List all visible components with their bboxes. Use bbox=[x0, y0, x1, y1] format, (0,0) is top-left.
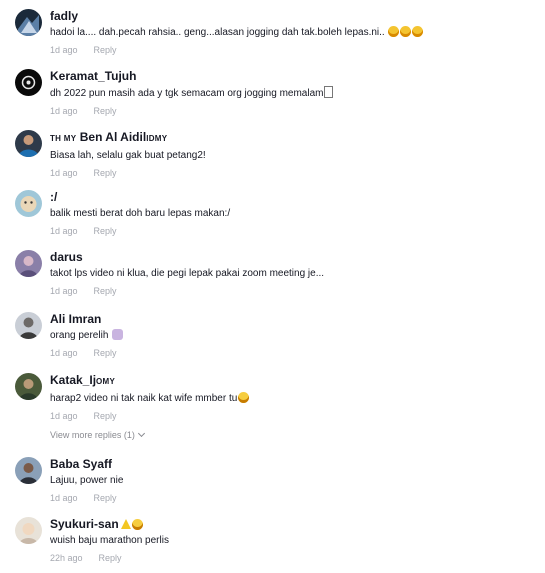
comment-meta: 1d ago Reply bbox=[50, 411, 535, 422]
avatar[interactable] bbox=[15, 312, 42, 339]
comment-text: hadoi la.... dah.pecah rahsia.. geng...a… bbox=[50, 26, 535, 39]
reply-button[interactable]: Reply bbox=[94, 493, 117, 503]
comment-body: fadly hadoi la.... dah.pecah rahsia.. ge… bbox=[50, 9, 535, 56]
avatar[interactable] bbox=[15, 190, 42, 217]
reply-button[interactable]: Reply bbox=[94, 286, 117, 296]
comment-meta: 1d ago Reply bbox=[50, 493, 535, 504]
comment-body: :/ balik mesti berat doh baru lepas maka… bbox=[50, 190, 535, 237]
comment-item: Ali Imran orang perelih 1d ago Reply bbox=[15, 312, 535, 368]
avatar[interactable] bbox=[15, 517, 42, 544]
comment-body: Ali Imran orang perelih 1d ago Reply bbox=[50, 312, 535, 359]
comment-body: Baba Syaff Lajuu, power nie 1d ago Reply bbox=[50, 457, 535, 504]
comment-meta: 1d ago Reply bbox=[50, 348, 535, 359]
comment-time: 1d ago bbox=[50, 226, 78, 236]
comment-meta: 1d ago Reply bbox=[50, 106, 535, 117]
comment-meta: 22h ago Reply bbox=[50, 553, 535, 564]
comment-item: TH MY Ben Al AidilIDMY Biasa lah, selalu… bbox=[15, 130, 535, 186]
comment-time: 1d ago bbox=[50, 168, 78, 178]
laughing-emoji-icon bbox=[388, 26, 400, 37]
comment-meta: 1d ago Reply bbox=[50, 226, 535, 237]
laughing-emoji-icon bbox=[400, 26, 412, 37]
reply-button[interactable]: Reply bbox=[99, 553, 122, 563]
name-suffix: IDMY bbox=[146, 134, 168, 143]
avatar[interactable] bbox=[15, 130, 42, 157]
reply-button[interactable]: Reply bbox=[94, 106, 117, 116]
reply-button[interactable]: Reply bbox=[94, 348, 117, 358]
comment-meta: 1d ago Reply bbox=[50, 286, 535, 297]
avatar[interactable] bbox=[15, 457, 42, 484]
view-more-label: View more replies (1) bbox=[50, 430, 135, 440]
missing-glyph-icon bbox=[324, 86, 334, 98]
comment-author[interactable]: TH MY Ben Al AidilIDMY bbox=[50, 130, 535, 146]
grinning-emoji-icon bbox=[238, 392, 250, 403]
comment-text: orang perelih bbox=[50, 329, 535, 342]
person-facepalm-emoji-icon bbox=[112, 329, 124, 340]
comment-item: Keramat_Tujuh dh 2022 pun masih ada y tg… bbox=[15, 69, 535, 125]
laughing-emoji-icon bbox=[412, 26, 424, 37]
comment-author[interactable]: Ali Imran bbox=[50, 312, 535, 326]
comment-text: balik mesti berat doh baru lepas makan:/ bbox=[50, 208, 231, 219]
comment-item: Syukuri-san wuish baju marathon perlis 2… bbox=[15, 517, 535, 573]
avatar[interactable] bbox=[15, 69, 42, 96]
avatar[interactable] bbox=[15, 9, 42, 36]
grinning-emoji-icon bbox=[131, 519, 143, 530]
view-more-replies-button[interactable]: View more replies (1) bbox=[50, 429, 145, 440]
comment-text: takot lps video ni klua, die pegi lepak … bbox=[50, 268, 325, 279]
name-prefix: TH MY bbox=[50, 134, 77, 143]
comment-text: Lajuu, power nie bbox=[50, 475, 124, 486]
name-suffix: OMY bbox=[96, 377, 116, 386]
comment-time: 1d ago bbox=[50, 286, 78, 296]
comment-time: 1d ago bbox=[50, 348, 78, 358]
comment-time: 1d ago bbox=[50, 106, 78, 116]
avatar[interactable] bbox=[15, 373, 42, 400]
reply-button[interactable]: Reply bbox=[94, 45, 117, 55]
comment-author[interactable]: :/ bbox=[50, 190, 535, 204]
comment-time: 1d ago bbox=[50, 411, 78, 421]
comment-meta: 1d ago Reply bbox=[50, 45, 535, 56]
comment-text: wuish baju marathon perlis bbox=[50, 535, 169, 546]
comment-time: 1d ago bbox=[50, 493, 78, 503]
avatar[interactable] bbox=[15, 250, 42, 277]
comment-author[interactable]: Syukuri-san bbox=[50, 517, 535, 531]
reply-button[interactable]: Reply bbox=[94, 226, 117, 236]
comment-item: fadly hadoi la.... dah.pecah rahsia.. ge… bbox=[15, 9, 535, 65]
comment-body: Keramat_Tujuh dh 2022 pun masih ada y tg… bbox=[50, 69, 535, 117]
chevron-down-icon bbox=[137, 429, 145, 438]
comment-item: Baba Syaff Lajuu, power nie 1d ago Reply bbox=[15, 457, 535, 513]
sparkles-emoji-icon bbox=[120, 519, 131, 529]
comment-author[interactable]: Baba Syaff bbox=[50, 457, 535, 471]
comment-item: :/ balik mesti berat doh baru lepas maka… bbox=[15, 190, 535, 246]
comment-author[interactable]: Keramat_Tujuh bbox=[50, 69, 535, 83]
comment-body: Katak_IjOMY harap2 video ni tak naik kat… bbox=[50, 373, 535, 422]
comment-item: Katak_IjOMY harap2 video ni tak naik kat… bbox=[15, 373, 535, 429]
comment-body: darus takot lps video ni klua, die pegi … bbox=[50, 250, 535, 297]
comment-author[interactable]: Katak_IjOMY bbox=[50, 373, 535, 389]
reply-button[interactable]: Reply bbox=[94, 411, 117, 421]
comment-time: 1d ago bbox=[50, 45, 78, 55]
comment-item: darus takot lps video ni klua, die pegi … bbox=[15, 250, 535, 306]
comment-body: TH MY Ben Al AidilIDMY Biasa lah, selalu… bbox=[50, 130, 535, 179]
comment-text: dh 2022 pun masih ada y tgk semacam org … bbox=[50, 86, 535, 100]
reply-button[interactable]: Reply bbox=[94, 168, 117, 178]
comment-author[interactable]: fadly bbox=[50, 9, 535, 23]
comment-text: Biasa lah, selalu gak buat petang2! bbox=[50, 150, 206, 161]
comment-meta: 1d ago Reply bbox=[50, 168, 535, 179]
comment-author[interactable]: darus bbox=[50, 250, 535, 264]
comment-body: Syukuri-san wuish baju marathon perlis 2… bbox=[50, 517, 535, 564]
comment-time: 22h ago bbox=[50, 553, 83, 563]
comment-text: harap2 video ni tak naik kat wife mmber … bbox=[50, 392, 535, 405]
